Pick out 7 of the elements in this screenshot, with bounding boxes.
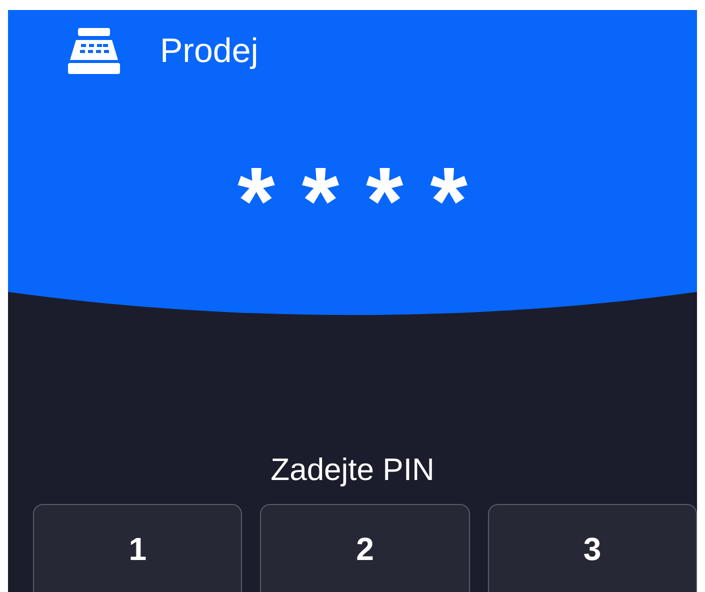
keypad-key[interactable]: 3 bbox=[488, 504, 697, 592]
pin-display: **** bbox=[236, 154, 494, 250]
pin-prompt: Zadejte PIN bbox=[270, 452, 436, 488]
cash-register-icon bbox=[68, 28, 120, 74]
keypad-key[interactable]: 2 bbox=[260, 504, 470, 592]
app-title: Prodej bbox=[160, 32, 258, 70]
keypad-key[interactable]: 1 bbox=[33, 504, 242, 592]
